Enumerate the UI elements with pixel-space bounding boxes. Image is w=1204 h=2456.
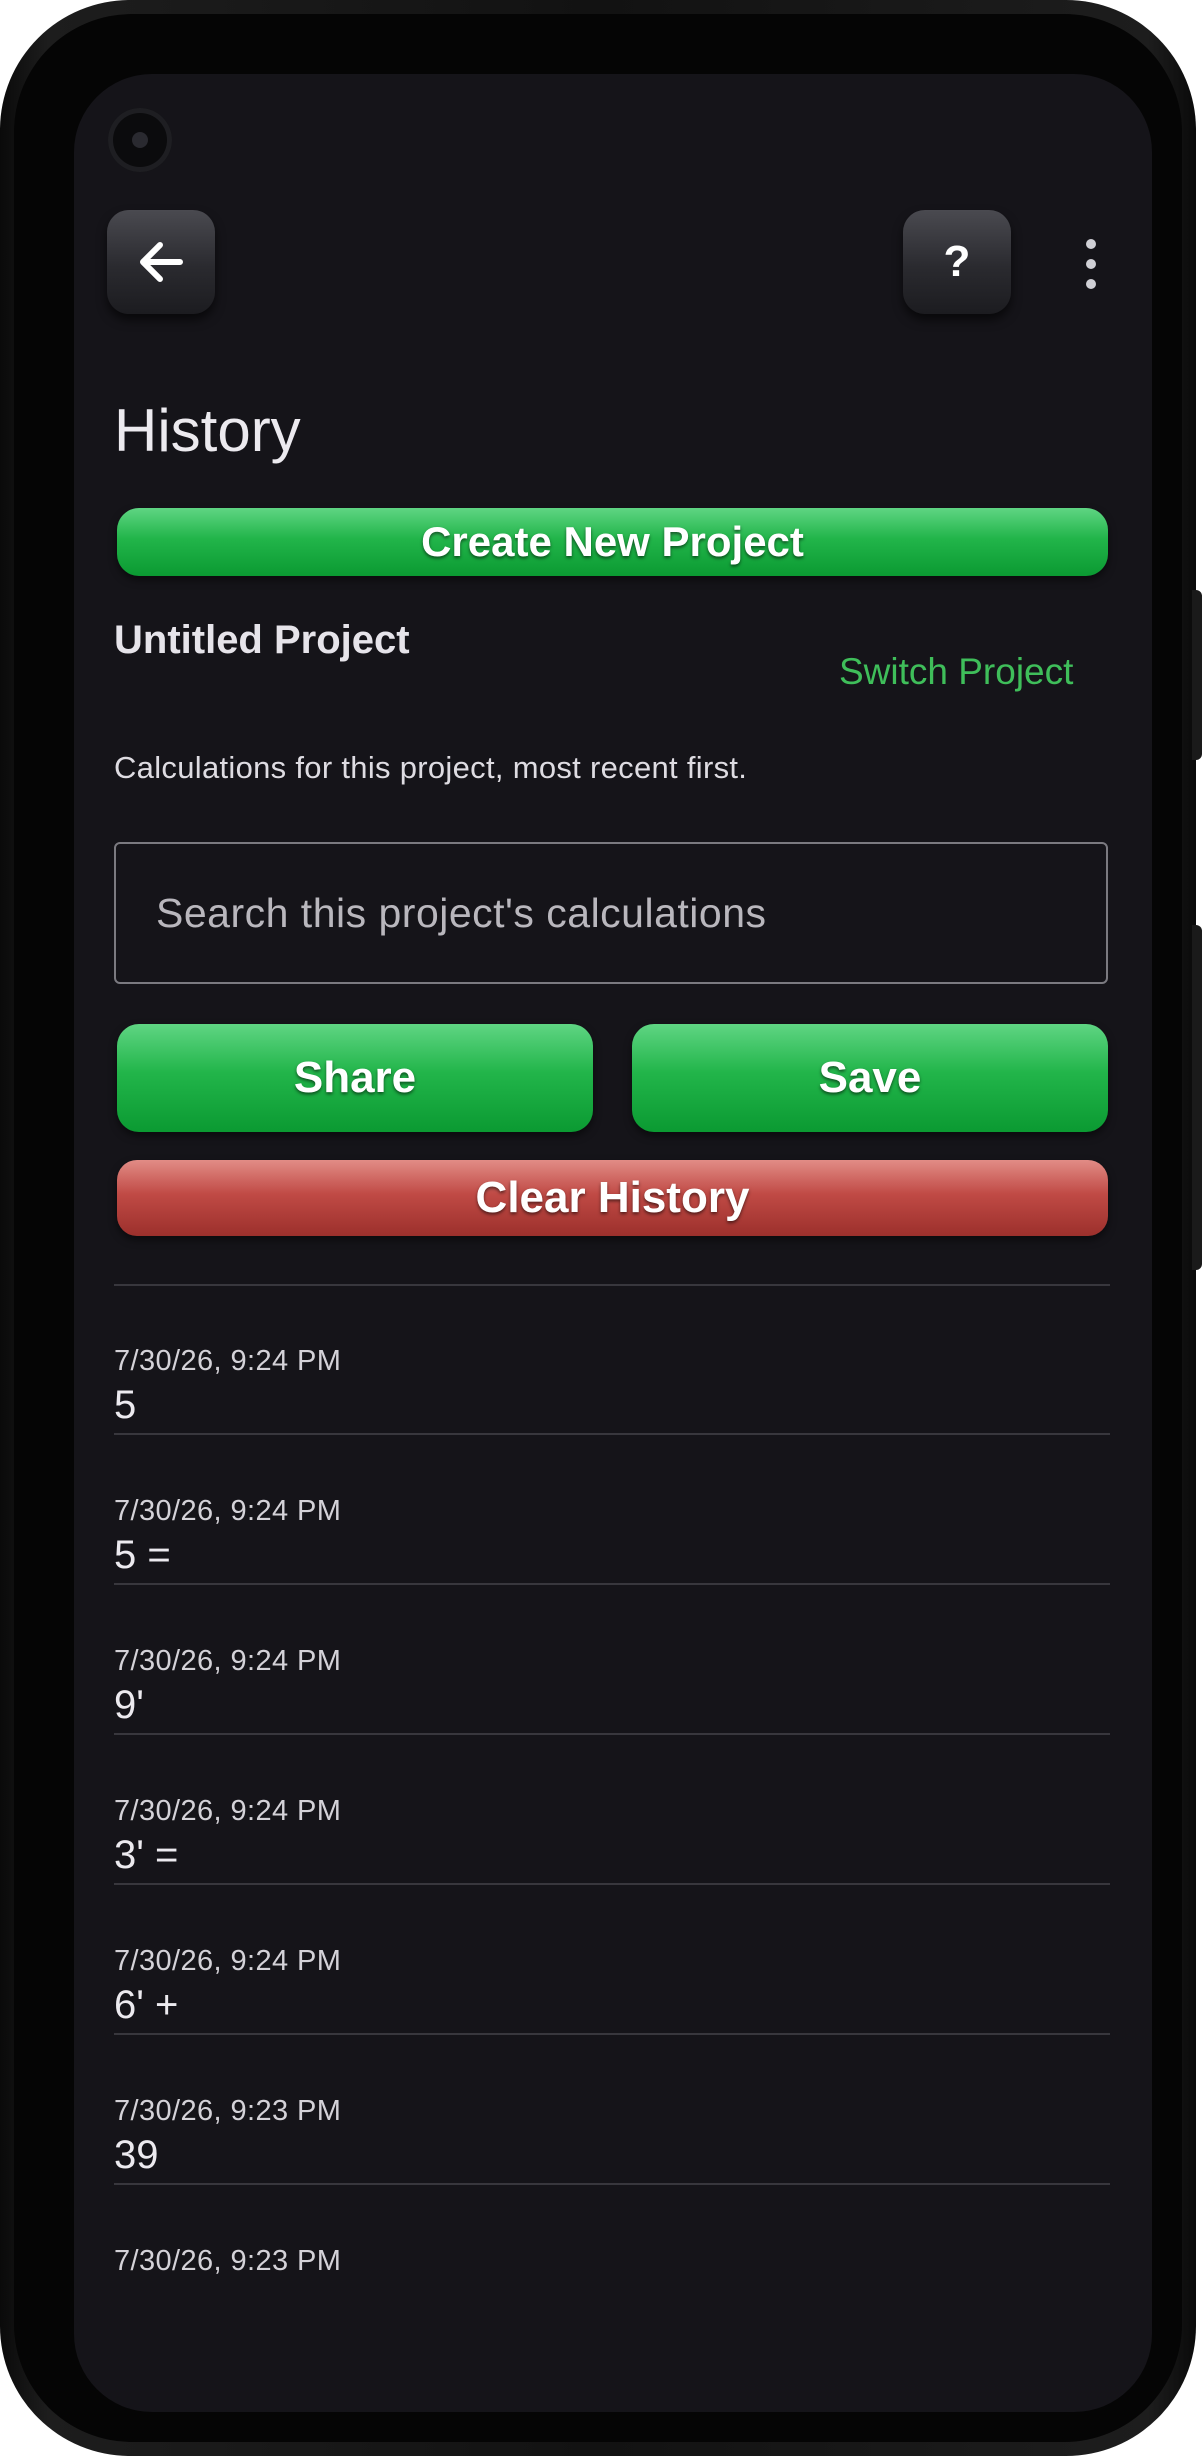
history-list: 7/30/26, 9:24 PM 5 7/30/26, 9:24 PM 5 = … [114, 1285, 1110, 2335]
history-item[interactable]: 7/30/26, 9:24 PM 5 = [114, 1435, 1110, 1585]
power-button [1192, 925, 1202, 1270]
save-button[interactable]: Save [632, 1024, 1108, 1132]
screen: ? History Create New Project Untitled Pr… [74, 74, 1152, 2412]
history-item[interactable]: 7/30/26, 9:24 PM 5 [114, 1285, 1110, 1435]
more-vert-dot [1086, 259, 1096, 269]
history-timestamp: 7/30/26, 9:23 PM [114, 2095, 342, 2127]
search-placeholder: Search this project's calculations [156, 889, 767, 936]
history-expression: 9' [114, 1683, 144, 1727]
history-item[interactable]: 7/30/26, 9:23 PM [114, 2185, 1110, 2335]
switch-project-link[interactable]: Switch Project [839, 651, 1073, 693]
arrow-left-icon [140, 242, 183, 282]
more-vert-dot [1086, 279, 1096, 289]
project-name: Untitled Project [114, 618, 410, 662]
front-camera [108, 108, 172, 172]
history-timestamp: 7/30/26, 9:24 PM [114, 1945, 342, 1977]
history-timestamp: 7/30/26, 9:24 PM [114, 1795, 342, 1827]
phone-frame: ? History Create New Project Untitled Pr… [0, 0, 1202, 2456]
more-vert-icon [1086, 239, 1096, 249]
back-button[interactable] [107, 210, 215, 314]
page-title: History [114, 397, 301, 464]
volume-button [1192, 590, 1202, 760]
history-timestamp: 7/30/26, 9:23 PM [114, 2245, 342, 2277]
clear-history-button[interactable]: Clear History [117, 1160, 1108, 1236]
history-timestamp: 7/30/26, 9:24 PM [114, 1345, 342, 1377]
history-item[interactable]: 7/30/26, 9:24 PM 6' + [114, 1885, 1110, 2035]
help-icon: ? [943, 237, 971, 286]
history-item[interactable]: 7/30/26, 9:23 PM 39 [114, 2035, 1110, 2185]
history-expression: 3' = [114, 1833, 179, 1877]
phone-bezel: ? History Create New Project Untitled Pr… [14, 14, 1182, 2442]
more-options-button[interactable] [1066, 224, 1116, 304]
share-button[interactable]: Share [117, 1024, 593, 1132]
history-timestamp: 7/30/26, 9:24 PM [114, 1495, 342, 1527]
create-new-project-button[interactable]: Create New Project [117, 508, 1108, 576]
history-expression: 39 [114, 2133, 159, 2177]
search-input[interactable]: Search this project's calculations [114, 842, 1108, 984]
history-expression: 6' + [114, 1983, 179, 2027]
history-timestamp: 7/30/26, 9:24 PM [114, 1645, 342, 1677]
history-item[interactable]: 7/30/26, 9:24 PM 3' = [114, 1735, 1110, 1885]
history-item[interactable]: 7/30/26, 9:24 PM 9' [114, 1585, 1110, 1735]
help-button[interactable]: ? [903, 210, 1011, 314]
project-description: Calculations for this project, most rece… [114, 750, 748, 785]
history-expression: 5 [114, 1383, 137, 1427]
history-expression: 5 = [114, 1533, 171, 1577]
